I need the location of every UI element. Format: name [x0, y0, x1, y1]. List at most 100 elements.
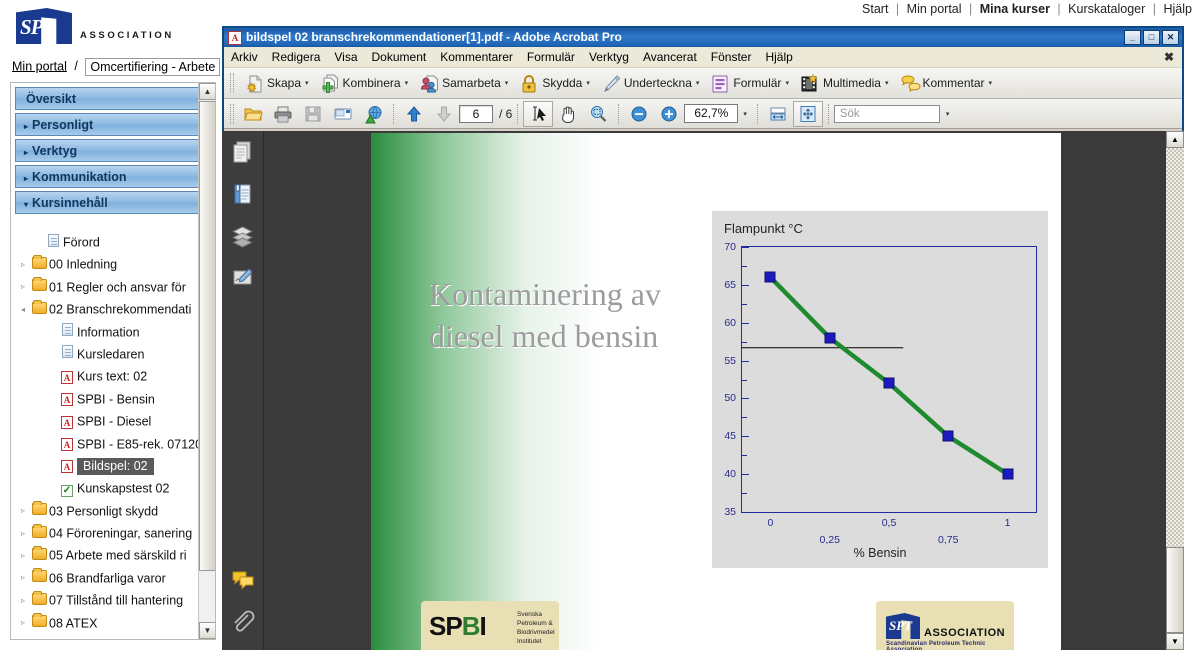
- twisty-icon[interactable]: ▹: [17, 567, 29, 589]
- toolbar-gripper[interactable]: [230, 103, 234, 124]
- menu-item-visa[interactable]: Visa: [327, 48, 364, 66]
- save-button[interactable]: [298, 102, 328, 126]
- tree-item[interactable]: ◂ 02 Branschrekommendati: [11, 298, 199, 320]
- tree-item[interactable]: A SPBI - E85-rek. 07120: [11, 433, 202, 455]
- chevron-down-icon[interactable]: ▾: [305, 79, 309, 87]
- tree-item[interactable]: A SPBI - Bensin: [11, 388, 199, 410]
- breadcrumb-current[interactable]: Omcertifiering - Arbete: [85, 58, 221, 76]
- chevron-down-icon[interactable]: ▾: [946, 110, 950, 118]
- tree-item[interactable]: Förord: [11, 231, 199, 253]
- minimize-button[interactable]: _: [1124, 30, 1141, 45]
- email-button[interactable]: [328, 102, 358, 126]
- sidebar-item-verktyg[interactable]: ▸ Verktyg: [15, 139, 211, 162]
- menu-item-verktyg[interactable]: Verktyg: [582, 48, 636, 66]
- topnav-item-start[interactable]: Start: [862, 2, 888, 16]
- pdf-scroll-down-button[interactable]: ▼: [1166, 633, 1184, 650]
- tree-item[interactable]: A SPBI - Diesel: [11, 410, 199, 432]
- menu-item-formul-r[interactable]: Formulär: [520, 48, 582, 66]
- page-number-input[interactable]: 6: [459, 104, 493, 123]
- chevron-down-icon[interactable]: ▾: [885, 79, 889, 87]
- tree-item[interactable]: ▹ 03 Personligt skydd: [11, 500, 199, 522]
- open-file-button[interactable]: [238, 102, 268, 126]
- multimedia-button[interactable]: Multimedia ▾: [794, 71, 894, 95]
- restore-button[interactable]: □: [1143, 30, 1160, 45]
- tree-item[interactable]: ✓ Kunskapstest 02: [11, 477, 199, 499]
- sidebar-item-kursinnehall[interactable]: ▾ Kursinnehåll: [15, 191, 211, 214]
- topnav-item-mina-kurser[interactable]: Mina kurser: [980, 2, 1050, 16]
- publish-web-button[interactable]: [358, 102, 388, 126]
- spt-association-logo[interactable]: SPT ASSOCIATION: [12, 8, 212, 50]
- course-panel-scrollbar[interactable]: ▲ ▼: [198, 83, 215, 639]
- pdf-scroll-thumb[interactable]: [1166, 547, 1184, 633]
- close-document-icon[interactable]: ✖: [1164, 50, 1174, 64]
- attachments-icon[interactable]: [230, 608, 256, 640]
- next-page-button[interactable]: [429, 102, 459, 126]
- comments-icon[interactable]: [230, 566, 256, 598]
- chevron-down-icon[interactable]: ▾: [743, 110, 747, 118]
- tree-item[interactable]: ▹ 01 Regler och ansvar för: [11, 276, 199, 298]
- zoom-in-button[interactable]: [654, 102, 684, 126]
- bookmarks-icon[interactable]: [230, 181, 256, 213]
- twisty-icon[interactable]: ▹: [17, 545, 29, 567]
- tree-item[interactable]: ▹ 06 Brandfarliga varor: [11, 567, 199, 589]
- tree-item[interactable]: Kursledaren: [11, 343, 199, 365]
- scroll-thumb[interactable]: [199, 101, 215, 571]
- menu-item-kommentarer[interactable]: Kommentarer: [433, 48, 520, 66]
- sidebar-item-personligt[interactable]: ▸ Personligt: [15, 113, 211, 136]
- layers-icon[interactable]: [230, 223, 256, 255]
- topnav-item-min-portal[interactable]: Min portal: [907, 2, 962, 16]
- previous-page-button[interactable]: [399, 102, 429, 126]
- samarbeta-button[interactable]: Samarbeta ▾: [413, 71, 513, 95]
- tree-item[interactable]: ▹ 04 Föroreningar, sanering: [11, 522, 199, 544]
- twisty-icon[interactable]: ◂: [17, 299, 29, 321]
- scroll-down-button[interactable]: ▼: [199, 622, 215, 639]
- menu-item-hj-lp[interactable]: Hjälp: [758, 48, 799, 66]
- fit-page-button[interactable]: [792, 100, 823, 127]
- chevron-down-icon[interactable]: ▾: [696, 79, 700, 87]
- skapa-button[interactable]: Skapa ▾: [238, 71, 314, 95]
- tree-item[interactable]: ▹ 07 Tillstånd till hantering: [11, 589, 199, 611]
- scroll-up-button[interactable]: ▲: [199, 83, 215, 100]
- hand-tool-button[interactable]: [553, 102, 583, 126]
- sidebar-item-oversikt[interactable]: Översikt: [15, 87, 211, 110]
- twisty-icon[interactable]: ▹: [17, 276, 29, 298]
- tree-item[interactable]: ▹ 05 Arbete med särskild ri: [11, 544, 199, 566]
- chevron-down-icon[interactable]: ▾: [505, 79, 509, 87]
- menu-item-f-nster[interactable]: Fönster: [704, 48, 759, 66]
- tree-item[interactable]: ▹ 00 Inledning: [11, 253, 199, 275]
- chevron-down-icon[interactable]: ▾: [405, 79, 409, 87]
- print-button[interactable]: [268, 102, 298, 126]
- signatures-icon[interactable]: [230, 265, 256, 297]
- topnav-item-kurskataloger[interactable]: Kurskataloger: [1068, 2, 1145, 16]
- menu-item-dokument[interactable]: Dokument: [365, 48, 434, 66]
- tree-item[interactable]: A Bildspel: 02: [11, 455, 199, 477]
- topnav-item-hjalp[interactable]: Hjälp: [1164, 2, 1193, 16]
- skydda-button[interactable]: Skydda ▾: [513, 71, 595, 95]
- menu-item-arkiv[interactable]: Arkiv: [224, 48, 265, 66]
- tree-item[interactable]: A Kurs text: 02: [11, 365, 199, 387]
- twisty-icon[interactable]: ▹: [17, 523, 29, 545]
- acrobat-title-bar[interactable]: A bildspel 02 branschrekommendationer[1]…: [222, 26, 1184, 47]
- menu-item-avancerat[interactable]: Avancerat: [636, 48, 704, 66]
- twisty-icon[interactable]: ▹: [17, 612, 29, 634]
- kommentar-button[interactable]: Kommentar ▾: [894, 71, 998, 95]
- underteckna-button[interactable]: Underteckna ▾: [595, 71, 705, 95]
- breadcrumb-root-link[interactable]: Min portal: [12, 59, 67, 73]
- tree-item[interactable]: Information: [11, 321, 199, 343]
- chevron-down-icon[interactable]: ▾: [586, 79, 590, 87]
- chevron-down-icon[interactable]: ▾: [989, 79, 993, 87]
- menu-item-redigera[interactable]: Redigera: [265, 48, 328, 66]
- pdf-viewport[interactable]: Kontaminering av diesel med bensin Flamp…: [265, 131, 1165, 650]
- zoom-out-button[interactable]: [624, 102, 654, 126]
- sidebar-item-kommunikation[interactable]: ▸ Kommunikation: [15, 165, 211, 188]
- marquee-zoom-button[interactable]: [583, 102, 613, 126]
- formul-r-button[interactable]: Formulär ▾: [704, 71, 794, 95]
- pdf-vertical-scrollbar[interactable]: ▲ ▼: [1166, 131, 1184, 650]
- pdf-scroll-track[interactable]: [1166, 148, 1184, 616]
- twisty-icon[interactable]: ▹: [17, 500, 29, 522]
- pdf-scroll-up-button[interactable]: ▲: [1166, 131, 1184, 148]
- toolbar-gripper[interactable]: [230, 73, 234, 93]
- kombinera-button[interactable]: Kombinera ▾: [314, 71, 414, 95]
- close-button[interactable]: ✕: [1162, 30, 1179, 45]
- twisty-icon[interactable]: ▹: [17, 590, 29, 612]
